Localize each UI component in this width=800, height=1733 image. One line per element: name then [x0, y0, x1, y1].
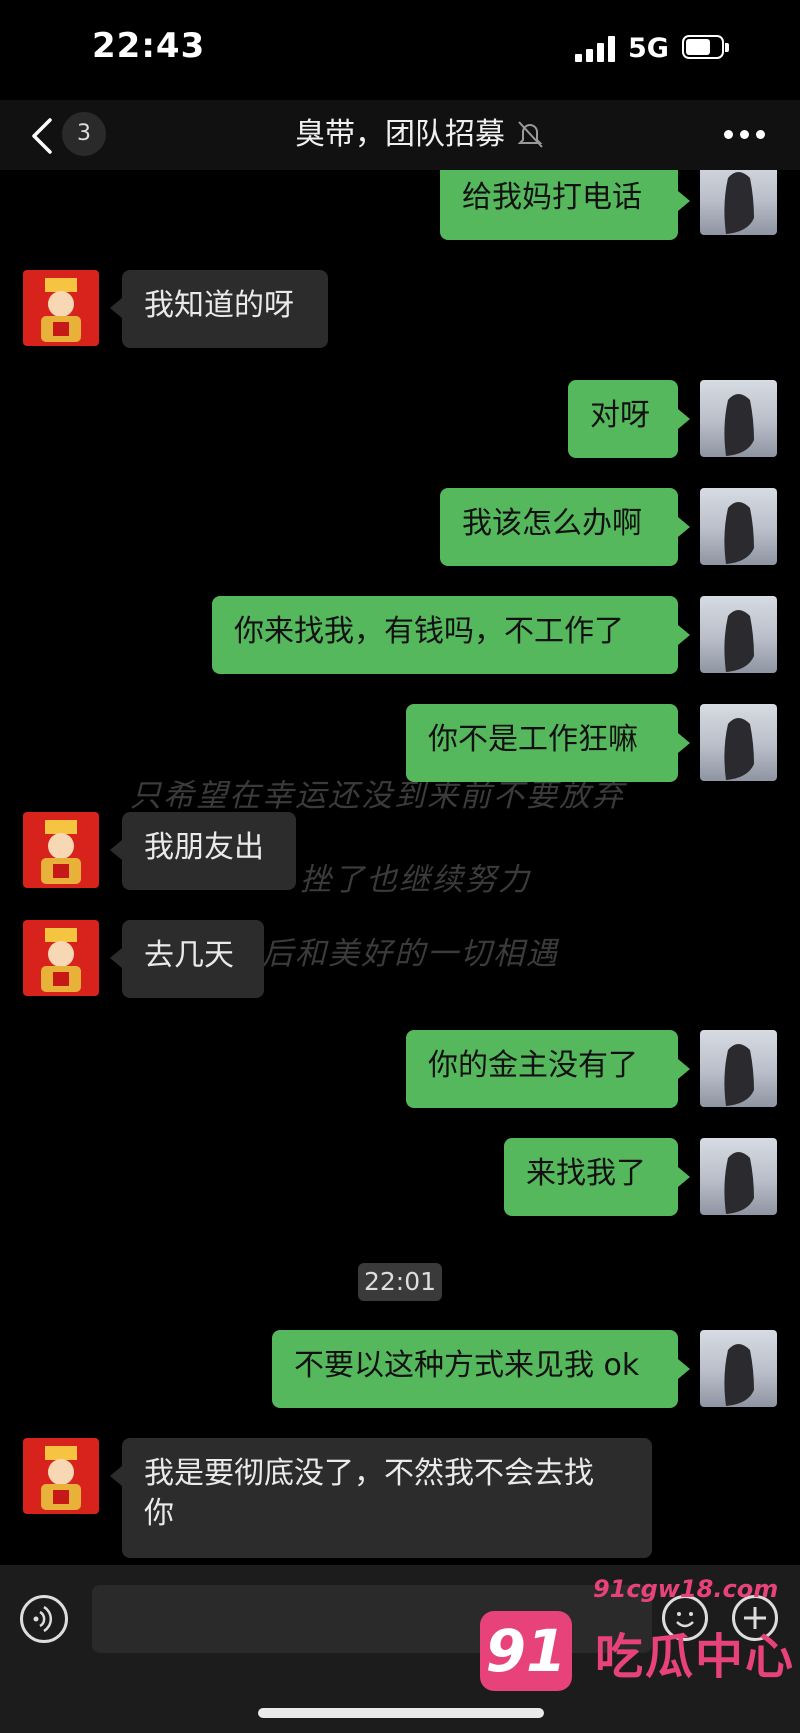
- logo-number: 91: [480, 1611, 572, 1691]
- message-bubble-mine[interactable]: 来找我了: [504, 1138, 678, 1216]
- mute-bell-icon: [517, 121, 543, 148]
- message-bubble-mine[interactable]: 我该怎么办啊: [440, 488, 678, 566]
- message-bubble-theirs[interactable]: 去几天: [122, 920, 264, 998]
- message-list[interactable]: 只希望在幸运还没到来前不要放弃 挫了也继续努力 后和美好的一切相遇 给我妈打电话…: [0, 170, 800, 1565]
- avatar[interactable]: [700, 1030, 777, 1107]
- avatar[interactable]: [700, 596, 777, 673]
- message-bubble-theirs[interactable]: 我是要彻底没了，不然我不会去找 你: [122, 1438, 652, 1558]
- signal-icon: [575, 36, 617, 62]
- avatar[interactable]: [23, 812, 99, 888]
- status-time: 22:43: [92, 26, 206, 66]
- message-bubble-mine[interactable]: 你不是工作狂嘛: [406, 704, 678, 782]
- status-bar: 22:43 5G: [0, 0, 800, 100]
- page-title: 臭带，团队招募: [295, 117, 505, 152]
- chat-header: 3 臭带，团队招募: [0, 100, 800, 170]
- message-timestamp: 22:01: [358, 1263, 442, 1301]
- more-dots-icon[interactable]: [724, 130, 768, 142]
- watermark-line: 后和美好的一切相遇: [262, 936, 559, 972]
- avatar[interactable]: [700, 488, 777, 565]
- voice-icon[interactable]: [20, 1595, 68, 1643]
- message-bubble-mine[interactable]: 你来找我，有钱吗，不工作了: [212, 596, 678, 674]
- message-bubble-mine[interactable]: 给我妈打电话: [440, 170, 678, 240]
- message-bubble-mine[interactable]: 不要以这种方式来见我 ok: [272, 1330, 678, 1408]
- avatar[interactable]: [700, 170, 777, 235]
- message-bubble-theirs[interactable]: 我知道的呀: [122, 270, 328, 348]
- logo-domain: 91cgw18.com: [593, 1575, 779, 1603]
- brand-watermark-logo: 91cgw18.com 91 吃瓜中心: [480, 1575, 800, 1720]
- message-line: 我是要彻底没了，不然我不会去找: [144, 1456, 594, 1491]
- battery-icon: [682, 35, 730, 61]
- avatar[interactable]: [700, 380, 777, 457]
- logo-name: 吃瓜中心: [595, 1629, 796, 1685]
- home-indicator[interactable]: [258, 1708, 544, 1718]
- watermark-line: 挫了也继续努力: [300, 862, 531, 898]
- message-bubble-mine[interactable]: 对呀: [568, 380, 678, 458]
- message-bubble-theirs[interactable]: 我朋友出: [122, 812, 296, 890]
- message-bubble-mine[interactable]: 你的金主没有了: [406, 1030, 678, 1108]
- avatar[interactable]: [23, 1438, 99, 1514]
- message-line: 你: [144, 1496, 174, 1531]
- avatar[interactable]: [23, 920, 99, 996]
- avatar[interactable]: [700, 704, 777, 781]
- avatar[interactable]: [700, 1138, 777, 1215]
- avatar[interactable]: [23, 270, 99, 346]
- network-type: 5G: [628, 33, 669, 64]
- avatar[interactable]: [700, 1330, 777, 1407]
